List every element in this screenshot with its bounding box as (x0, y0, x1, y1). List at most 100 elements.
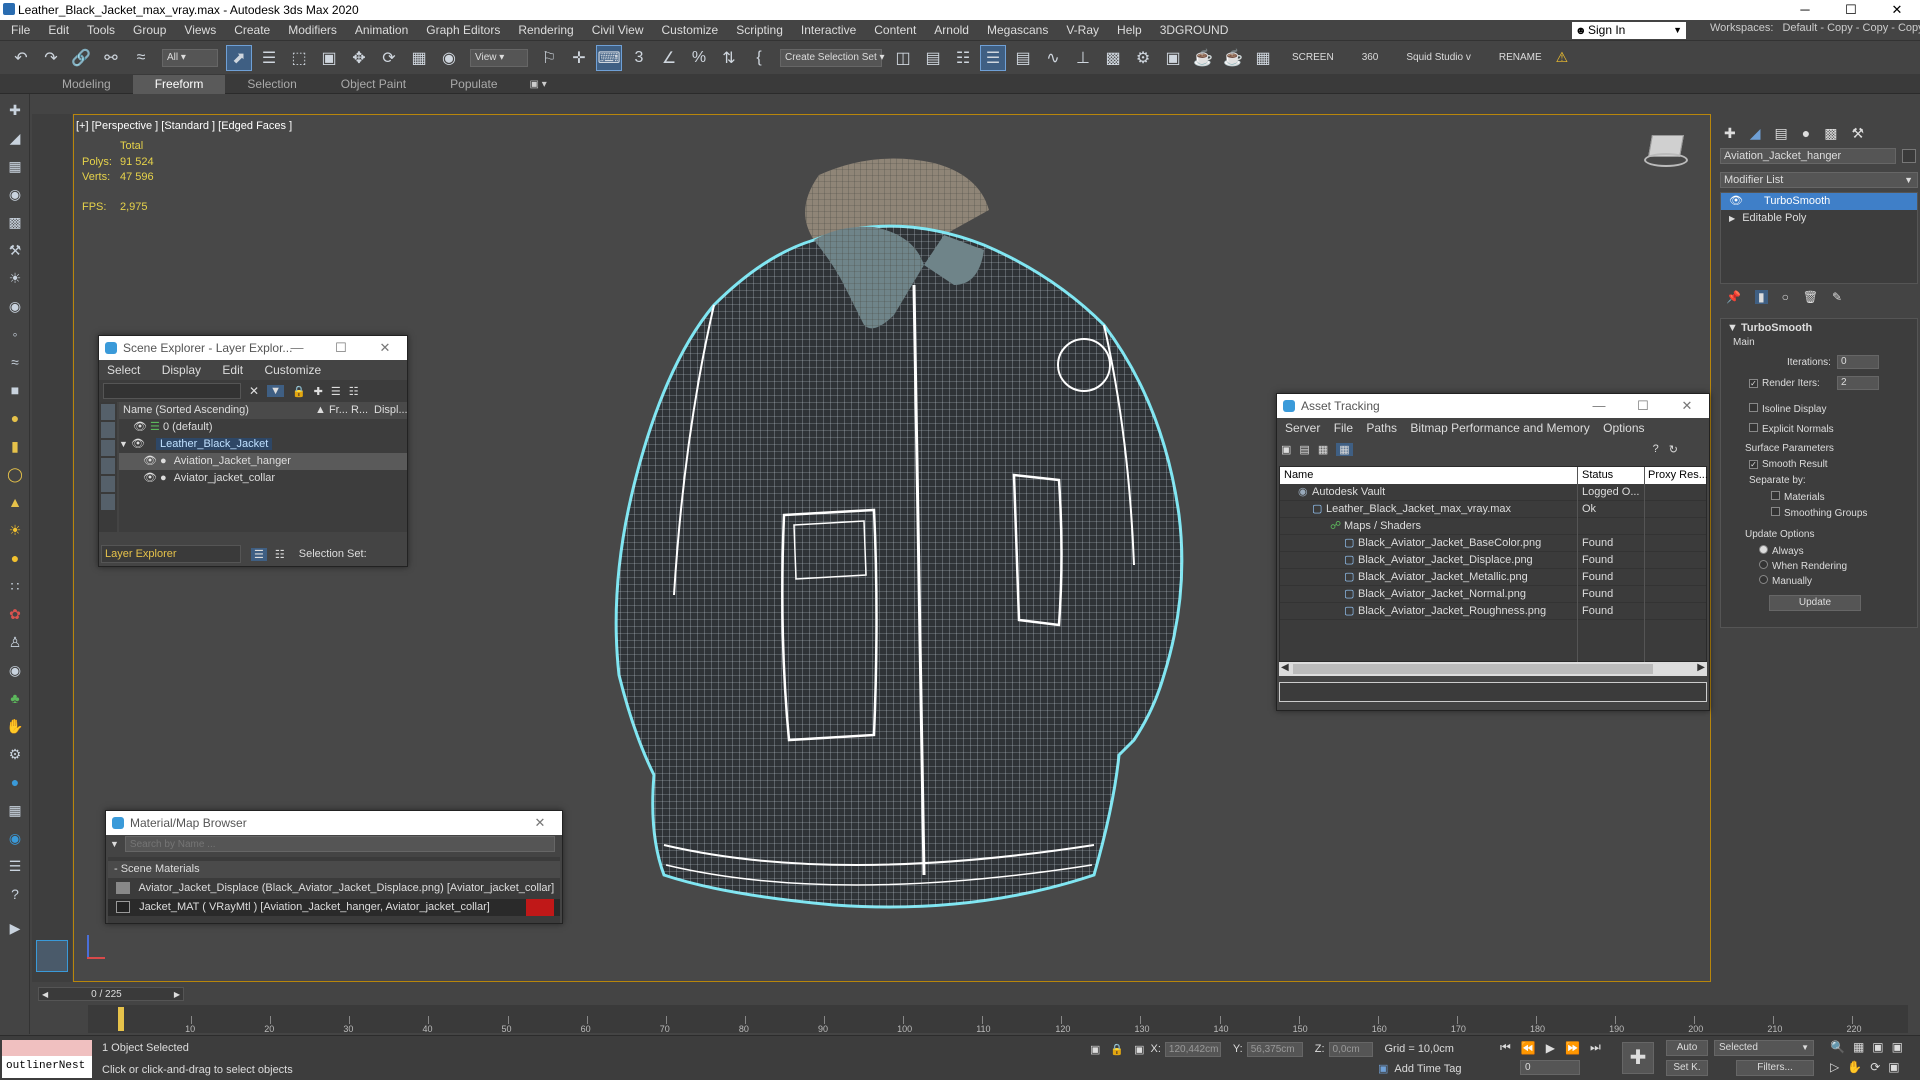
go-to-start-icon[interactable]: ⏮ (1500, 1040, 1511, 1055)
se-row-leather-black-jacket[interactable]: ▼ 👁 Leather_Black_Jacket (119, 436, 407, 453)
expand-arrow-icon[interactable]: ▶ (3, 916, 27, 940)
rename-label[interactable]: RENAME (1499, 52, 1542, 63)
grid-icon[interactable]: ▦ (1250, 45, 1276, 71)
menu-scripting[interactable]: Scripting (727, 20, 792, 41)
sign-in-dropdown[interactable]: ☻ Sign In ▼ (1572, 22, 1686, 39)
display-tab-icon[interactable]: ▩ (1824, 125, 1837, 142)
minimize-button[interactable]: — (1577, 394, 1621, 418)
at-row-maps-shaders[interactable]: ☍ Maps / Shaders (1280, 518, 1706, 535)
next-key-icon[interactable]: ⏩ (1565, 1041, 1580, 1055)
close-button[interactable]: ✕ (1874, 0, 1920, 20)
spacewarp-icon[interactable]: ≈ (3, 350, 27, 374)
se-row-aviation-jacket-hanger[interactable]: 👁 ● Aviation_Jacket_hanger (119, 453, 407, 470)
angle-360-label[interactable]: 360 (1362, 52, 1379, 63)
z-coordinate-field[interactable]: 0,0cm (1328, 1041, 1373, 1057)
se-row-default[interactable]: 👁 ☰ 0 (default) (119, 419, 407, 436)
at-row-autodesk-vault[interactable]: ◉ Autodesk Vault Logged O... (1280, 484, 1706, 501)
window-crossing-icon[interactable]: ▣ (316, 45, 342, 71)
motion-tab-icon[interactable]: ● (1802, 125, 1810, 141)
isolate-icon[interactable]: ▣ (1090, 1043, 1100, 1056)
current-frame-marker[interactable] (118, 1007, 124, 1031)
menu-group[interactable]: Group (124, 20, 175, 41)
at-menu-options[interactable]: Options (1603, 421, 1644, 435)
scale-icon[interactable]: ▦ (406, 45, 432, 71)
move-icon[interactable]: ✥ (346, 45, 372, 71)
absolute-mode-icon[interactable]: ▣ (1134, 1043, 1144, 1056)
keyboard-shortcut-override-icon[interactable]: ⌨ (596, 44, 622, 71)
at-row-roughness[interactable]: ▢ Black_Aviator_Jacket_Roughness.png Fou… (1280, 603, 1706, 620)
delete-modifier-icon[interactable]: 🗑 (1803, 290, 1818, 304)
rollout-title[interactable]: ▼ TurboSmooth (1721, 319, 1917, 337)
render-iterative-icon[interactable]: ☕ (1220, 45, 1246, 71)
viewport-label[interactable]: [+] [Perspective ] [Standard ] [Edged Fa… (76, 120, 292, 132)
zoom-icon[interactable]: 🔍 (1830, 1040, 1845, 1054)
zoom-extents-icon[interactable]: ▣ (1872, 1040, 1883, 1054)
stack-item-turbosmooth[interactable]: 👁 TurboSmooth (1721, 193, 1917, 210)
orbit-icon[interactable]: ⟳ (1870, 1060, 1880, 1074)
curve-editor-icon[interactable]: ∿ (1040, 45, 1066, 71)
layers-icon[interactable]: ☰ (331, 385, 341, 398)
add-time-tag[interactable]: ▣ Add Time Tag (1378, 1062, 1461, 1076)
object-name-field[interactable]: Aviation_Jacket_hanger (1720, 148, 1896, 164)
close-button[interactable]: ✕ (518, 811, 562, 835)
prev-frame-icon[interactable]: ◀ (39, 990, 51, 999)
se-shapes-icon[interactable] (101, 440, 115, 456)
sort-icon[interactable]: ☷ (275, 548, 285, 561)
rectangular-selection-icon[interactable]: ⬚ (286, 45, 312, 71)
sun-icon[interactable]: ☀ (3, 518, 27, 542)
col-render[interactable]: R... (351, 402, 368, 419)
clear-icon[interactable]: ✕ (249, 384, 259, 398)
modify-tab-icon[interactable]: ◢ (1750, 125, 1761, 142)
col-display[interactable]: Displ... (374, 402, 408, 419)
se-helpers-icon[interactable] (101, 494, 115, 510)
maxscript-listener[interactable]: outlinerNest (2, 1040, 92, 1078)
align-icon[interactable]: ▤ (920, 45, 946, 71)
show-end-result-icon[interactable]: ▮ (1754, 290, 1768, 304)
col-frozen[interactable]: ▲ Fr... (315, 402, 348, 419)
always-radio[interactable] (1759, 545, 1768, 554)
fov-icon[interactable]: ▷ (1830, 1060, 1839, 1074)
helper-icon[interactable]: ◦ (3, 322, 27, 346)
close-button[interactable]: ✕ (1665, 394, 1709, 418)
unlink-icon[interactable]: ⚯ (98, 45, 124, 71)
at-col-status[interactable]: Status (1582, 467, 1613, 484)
viewport-layout-thumbnail[interactable] (36, 940, 68, 972)
make-unique-icon[interactable]: ○ (1782, 290, 1789, 304)
asset-tracking-titlebar[interactable]: Asset Tracking — ☐ ✕ (1277, 394, 1709, 418)
box-icon[interactable]: ■ (3, 378, 27, 402)
scene-explorer-titlebar[interactable]: Scene Explorer - Layer Explor... — ☐ ✕ (99, 336, 407, 360)
menu-content[interactable]: Content (865, 20, 925, 41)
character-icon[interactable]: ♙ (3, 630, 27, 654)
color-picker-icon[interactable]: ▦ (3, 798, 27, 822)
se-cameras-icon[interactable] (101, 476, 115, 492)
cone-icon[interactable]: ▲ (3, 490, 27, 514)
material-row-displace[interactable]: Aviator_Jacket_Displace (Black_Aviator_J… (108, 880, 560, 897)
vray-icon[interactable]: ◉ (3, 826, 27, 850)
redo-icon[interactable]: ↷ (38, 45, 64, 71)
y-coordinate-field[interactable]: 56,375cm (1246, 1041, 1303, 1057)
create-panel-icon[interactable]: ✚ (3, 98, 27, 122)
omni-light-icon[interactable]: ● (3, 546, 27, 570)
menu-animation[interactable]: Animation (346, 20, 417, 41)
explicit-normals-checkbox[interactable] (1749, 423, 1758, 432)
scene-materials-section[interactable]: - Scene Materials (108, 861, 560, 878)
help-icon[interactable]: ? (1653, 443, 1659, 455)
percent-snap-icon[interactable]: % (686, 45, 712, 71)
paint-icon[interactable]: ✿ (3, 602, 27, 626)
eye-icon[interactable]: 👁 (143, 455, 157, 467)
play-icon[interactable]: ▶ (1546, 1041, 1555, 1055)
maximize-button[interactable]: ☐ (1828, 0, 1874, 20)
go-to-end-icon[interactable]: ⏭ (1590, 1040, 1601, 1055)
menu-customize[interactable]: Customize (653, 20, 728, 41)
eye-icon[interactable]: 👁 (133, 421, 147, 433)
material-browser-titlebar[interactable]: Material/Map Browser ✕ (106, 811, 562, 835)
sphere-blue-icon[interactable]: ● (3, 770, 27, 794)
rotate-icon[interactable]: ⟳ (376, 45, 402, 71)
selection-filter-dropdown[interactable]: All ▾ (162, 48, 218, 67)
walkthrough-icon[interactable]: ▣ (1888, 1060, 1899, 1074)
toggle-scene-explorer-icon[interactable]: ☷ (950, 45, 976, 71)
hierarchy-tab-icon[interactable]: ▤ (1775, 125, 1788, 142)
filter-icon[interactable]: ▼ (267, 385, 284, 397)
toggle-layer-explorer-icon[interactable]: ☰ (980, 44, 1006, 71)
at-row-displace[interactable]: ▢ Black_Aviator_Jacket_Displace.png Foun… (1280, 552, 1706, 569)
